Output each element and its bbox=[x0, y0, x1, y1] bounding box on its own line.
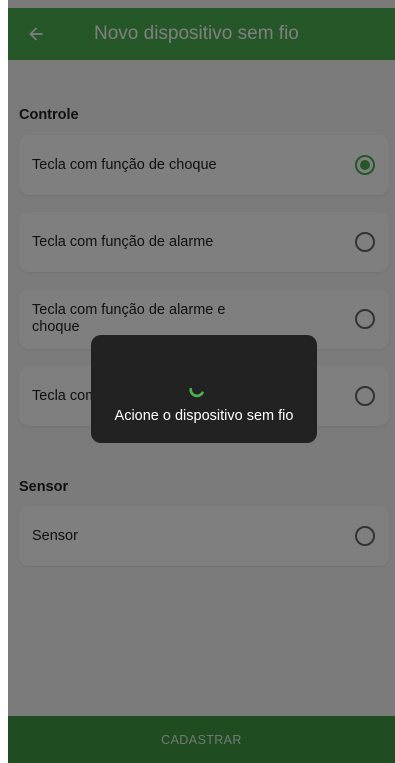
screen-edge bbox=[0, 0, 8, 763]
loading-message: Acione o dispositivo sem fio bbox=[114, 408, 294, 424]
loading-dialog: Acione o dispositivo sem fio bbox=[91, 335, 317, 443]
loading-spinner-icon bbox=[189, 387, 204, 398]
screen: Novo dispositivo sem fio Controle Tecla … bbox=[0, 0, 395, 763]
